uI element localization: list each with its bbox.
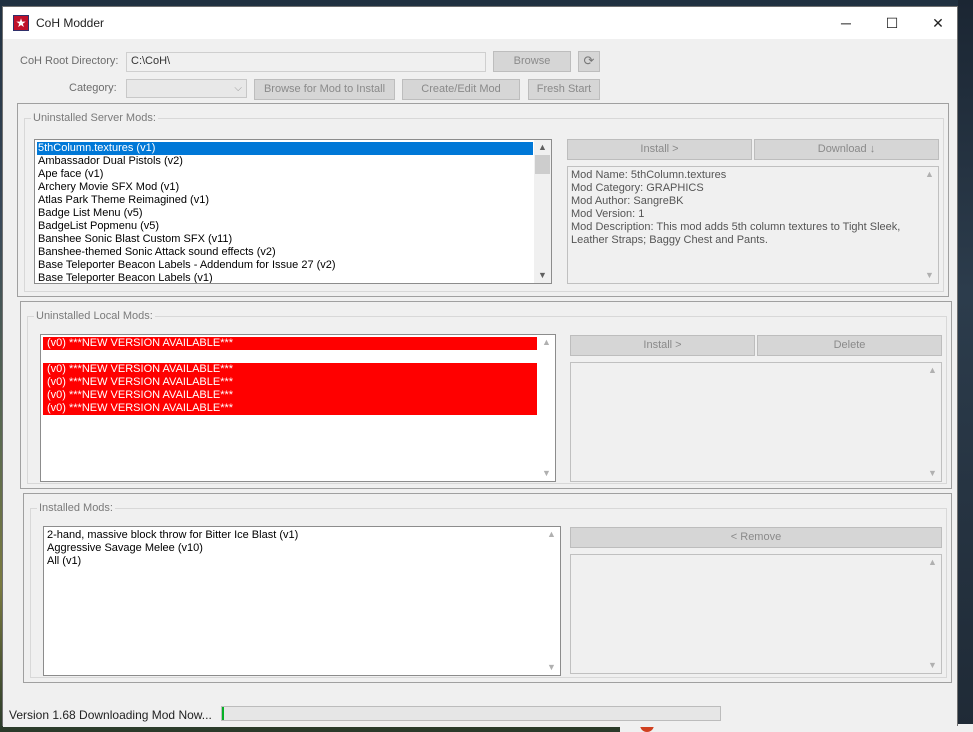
root-directory-label: CoH Root Directory: (20, 55, 119, 67)
mod-version: Mod Version: 1 (571, 208, 645, 220)
root-directory-field[interactable]: C:\CoH\ (126, 52, 486, 72)
info-scrollbar[interactable]: ▲ ▼ (921, 167, 938, 283)
star-app-icon: ★ (13, 15, 29, 31)
scroll-down-icon[interactable]: ▼ (543, 660, 560, 675)
mod-description: Mod Description: This mod adds 5th colum… (571, 221, 901, 246)
window-title: CoH Modder (36, 16, 105, 30)
mod-name: Mod Name: 5thColumn.textures (571, 169, 727, 181)
create-edit-mod-button[interactable]: Create/Edit Mod (402, 79, 520, 100)
server-mods-list[interactable]: 5thColumn.textures (v1) Ambassador Dual P… (34, 139, 552, 284)
list-item[interactable] (43, 350, 537, 363)
list-item[interactable]: BadgeList Popmenu (v5) (37, 220, 533, 233)
installed-mod-info: ▲ ▼ (570, 554, 942, 674)
browse-button[interactable]: Browse (493, 51, 571, 72)
fresh-start-button[interactable]: Fresh Start (528, 79, 600, 100)
list-item[interactable]: (v0) ***NEW VERSION AVAILABLE*** (43, 337, 537, 350)
download-button[interactable]: Download ↓ (754, 139, 939, 160)
status-text: Version 1.68 Downloading Mod Now... (9, 708, 212, 722)
list-item[interactable]: (v0) ***NEW VERSION AVAILABLE*** (43, 363, 537, 376)
scroll-up-icon[interactable]: ▲ (924, 555, 941, 570)
chevron-down-icon: ⌵ (234, 83, 242, 94)
list-item[interactable]: 2-hand, massive block throw for Bitter I… (46, 529, 542, 542)
installed-mods-items: 2-hand, massive block throw for Bitter I… (46, 529, 542, 568)
installed-mods-list[interactable]: 2-hand, massive block throw for Bitter I… (43, 526, 561, 676)
list-item[interactable]: Banshee Sonic Blast Custom SFX (v11) (37, 233, 533, 246)
server-list-scrollbar[interactable]: ▲ ▼ (534, 140, 551, 283)
scroll-thumb[interactable] (535, 155, 550, 174)
maximize-button[interactable]: ☐ (869, 7, 915, 39)
local-mods-list[interactable]: (v0) ***NEW VERSION AVAILABLE*** (v0) ***… (40, 334, 556, 482)
scroll-up-icon[interactable]: ▲ (543, 527, 560, 542)
info-scrollbar[interactable]: ▲ ▼ (924, 555, 941, 673)
list-item[interactable]: Aggressive Savage Melee (v10) (46, 542, 542, 555)
local-list-scrollbar[interactable]: ▲ ▼ (538, 335, 555, 481)
install-local-button[interactable]: Install > (570, 335, 755, 356)
scroll-down-icon[interactable]: ▼ (921, 268, 938, 283)
refresh-icon[interactable]: ⟳ (578, 51, 600, 72)
list-item[interactable]: Base Teleporter Beacon Labels - Addendum… (37, 259, 533, 272)
scroll-down-icon[interactable]: ▼ (538, 466, 555, 481)
server-mod-info: Mod Name: 5thColumn.textures Mod Categor… (567, 166, 939, 284)
scroll-up-icon[interactable]: ▲ (921, 167, 938, 182)
server-mods-title: Uninstalled Server Mods: (31, 112, 158, 124)
list-item[interactable]: All (v1) (46, 555, 542, 568)
local-mods-title: Uninstalled Local Mods: (34, 310, 155, 322)
local-mod-info: ▲ ▼ (570, 362, 942, 482)
list-item[interactable]: Banshee-themed Sonic Attack sound effect… (37, 246, 533, 259)
title-bar[interactable]: ★ CoH Modder ─ ☐ ✕ (3, 7, 957, 39)
scroll-down-icon[interactable]: ▼ (534, 268, 551, 283)
close-button[interactable]: ✕ (915, 7, 961, 39)
scroll-up-icon[interactable]: ▲ (538, 335, 555, 350)
server-mods-panel: Uninstalled Server Mods: 5thColumn.textu… (17, 103, 949, 297)
list-item[interactable]: (v0) ***NEW VERSION AVAILABLE*** (43, 402, 537, 415)
category-label: Category: (69, 82, 117, 94)
list-item[interactable]: Atlas Park Theme Reimagined (v1) (37, 194, 533, 207)
list-item[interactable]: (v0) ***NEW VERSION AVAILABLE*** (43, 376, 537, 389)
list-item[interactable]: 5thColumn.textures (v1) (37, 142, 533, 155)
status-bar: Version 1.68 Downloading Mod Now... (3, 703, 957, 727)
delete-button[interactable]: Delete (757, 335, 942, 356)
installed-mods-panel: Installed Mods: 2-hand, massive block th… (23, 493, 952, 683)
local-mods-items: (v0) ***NEW VERSION AVAILABLE*** (v0) ***… (43, 337, 537, 415)
list-item[interactable]: (v0) ***NEW VERSION AVAILABLE*** (43, 389, 537, 402)
progress-fill (222, 707, 224, 720)
list-item[interactable]: Base Teleporter Beacon Labels (v1) (37, 272, 533, 283)
scroll-down-icon[interactable]: ▼ (924, 658, 941, 673)
install-server-button[interactable]: Install > (567, 139, 752, 160)
minimize-button[interactable]: ─ (823, 7, 869, 39)
coh-modder-window: ★ CoH Modder ─ ☐ ✕ CoH Root Directory: C… (2, 6, 958, 727)
mod-author: Mod Author: SangreBK (571, 195, 684, 207)
list-item[interactable]: Badge List Menu (v5) (37, 207, 533, 220)
mod-category: Mod Category: GRAPHICS (571, 182, 704, 194)
installed-list-scrollbar[interactable]: ▲ ▼ (543, 527, 560, 675)
info-scrollbar[interactable]: ▲ ▼ (924, 363, 941, 481)
list-item[interactable]: Ambassador Dual Pistols (v2) (37, 155, 533, 168)
scroll-up-icon[interactable]: ▲ (924, 363, 941, 378)
browse-for-mod-button[interactable]: Browse for Mod to Install (254, 79, 395, 100)
list-item[interactable]: Ape face (v1) (37, 168, 533, 181)
list-item[interactable]: Archery Movie SFX Mod (v1) (37, 181, 533, 194)
server-mods-items: 5thColumn.textures (v1) Ambassador Dual P… (37, 142, 533, 283)
desktop-background (958, 0, 973, 732)
download-progress-bar (221, 706, 721, 721)
scroll-down-icon[interactable]: ▼ (924, 466, 941, 481)
category-dropdown[interactable]: ⌵ (126, 79, 247, 98)
installed-mods-title: Installed Mods: (37, 502, 115, 514)
scroll-up-icon[interactable]: ▲ (534, 140, 551, 155)
local-mods-panel: Uninstalled Local Mods: (v0) ***NEW VERS… (20, 301, 952, 489)
remove-button[interactable]: < Remove (570, 527, 942, 548)
